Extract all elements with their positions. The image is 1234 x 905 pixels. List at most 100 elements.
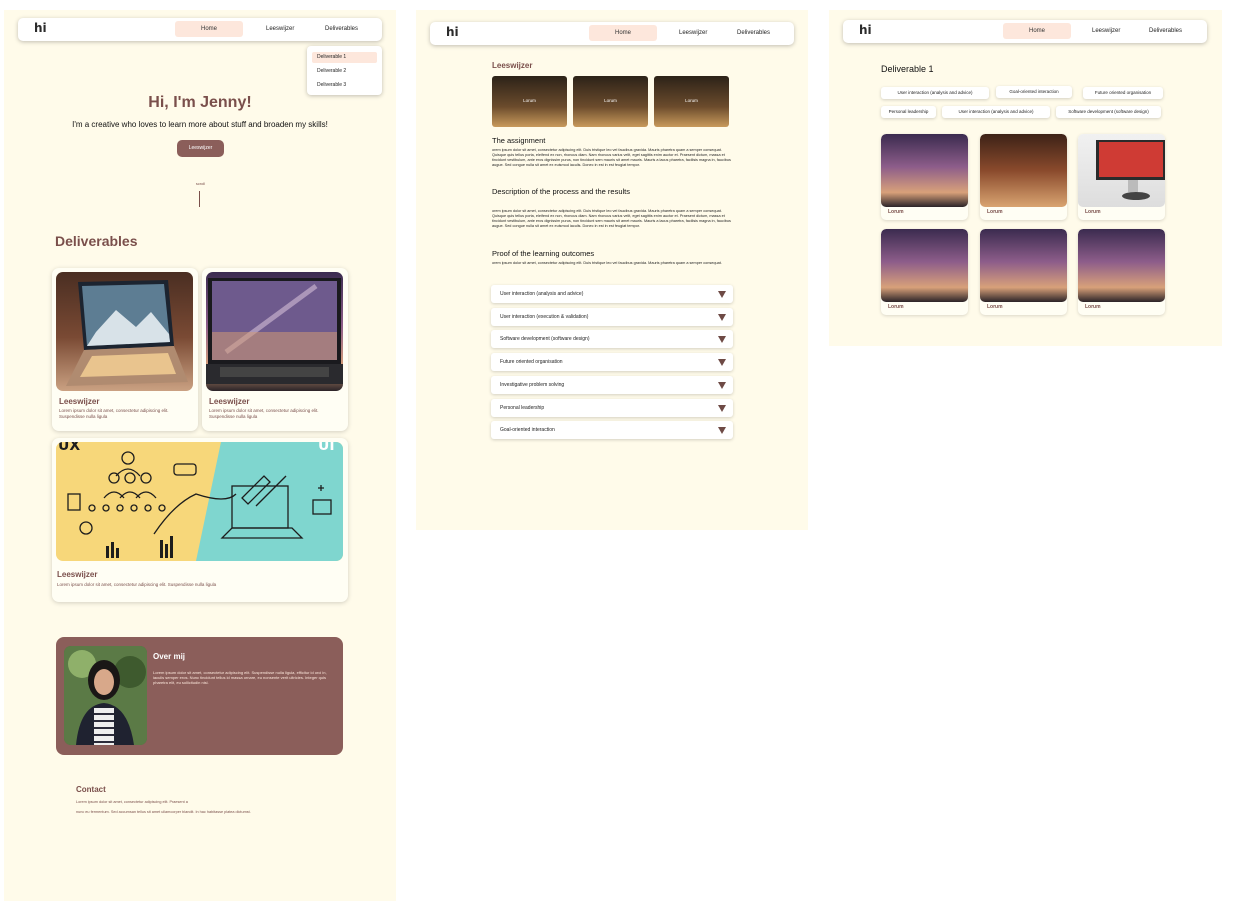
gallery-card-label: Lorum: [987, 209, 1003, 215]
nav-deliverables-link[interactable]: Deliverables: [1149, 23, 1182, 39]
chevron-down-icon[interactable]: [718, 291, 726, 298]
proof-heading: Proof of the learning outcomes: [492, 249, 595, 258]
accordion-label: Software development (software design): [500, 336, 590, 342]
hero-title: Hi, I'm Jenny!: [148, 94, 252, 111]
deliverable-card[interactable]: Leeswijzer Lorem ipsum dolor sit amet, c…: [202, 268, 348, 431]
chevron-down-icon[interactable]: [718, 382, 726, 389]
leeswijzer-page-frame: hi Home Leeswijzer Deliverables Leeswijz…: [416, 10, 808, 530]
contact-title: Contact: [76, 785, 106, 794]
nav-leeswijzer-link[interactable]: Leeswijzer: [679, 25, 707, 41]
thumbnail[interactable]: Lorum: [654, 76, 729, 127]
nav-home-link[interactable]: Home: [1003, 23, 1071, 39]
chevron-down-icon[interactable]: [718, 427, 726, 434]
desk-computer-image: [1078, 134, 1165, 207]
chevron-down-icon[interactable]: [718, 314, 726, 321]
laptop-image: [1078, 229, 1165, 302]
assignment-text: orem ipsum dolor sit amet, consectetur a…: [492, 148, 731, 167]
tag-pill[interactable]: User interaction (analysis and advice): [942, 106, 1050, 118]
nav-home-link[interactable]: Home: [589, 25, 657, 41]
about-text: Lorem ipsum dolor sit amet, consectetur …: [153, 670, 327, 686]
laptop-image: [980, 229, 1067, 302]
chevron-down-icon[interactable]: [718, 336, 726, 343]
logo[interactable]: hi: [859, 23, 872, 37]
card-text: Lorem ipsum dolor sit amet, consectetur …: [59, 408, 169, 419]
proof-text: orem ipsum dolor sit amet, consectetur a…: [492, 261, 722, 265]
accordion-label: Goal-oriented interaction: [500, 427, 555, 433]
deliverable-card-wide[interactable]: UX UI Leeswijzer Lorem ipsum dolor sit a…: [52, 438, 348, 602]
nav-home-link[interactable]: Home: [175, 21, 243, 37]
chevron-down-icon[interactable]: [718, 359, 726, 366]
gallery-card-label: Lorum: [987, 304, 1003, 310]
gallery-card[interactable]: Lorum: [881, 229, 968, 315]
tag-pill[interactable]: Future oriented organisation: [1083, 87, 1163, 99]
leeswijzer-title: Leeswijzer: [492, 61, 533, 70]
thumbnail[interactable]: Lorum: [573, 76, 648, 127]
gallery-card-label: Lorum: [1085, 304, 1101, 310]
process-text: orem ipsum dolor sit amet, consectetur a…: [492, 209, 731, 228]
tag-pill[interactable]: Goal-oriented interaction: [996, 86, 1072, 98]
dropdown-item-deliverable-2[interactable]: Deliverable 2: [312, 66, 377, 77]
nav-deliverables-link[interactable]: Deliverables: [737, 25, 770, 41]
deliverable-card[interactable]: Leeswijzer Lorem ipsum dolor sit amet, c…: [52, 268, 198, 431]
nav-deliverables-link[interactable]: Deliverables: [325, 21, 358, 37]
accordion-label: Investigative problem solving: [500, 382, 565, 388]
tag-pill[interactable]: Personal leadership: [881, 106, 936, 118]
card-text: Lorem ipsum dolor sit amet, consectetur …: [209, 408, 319, 419]
tag-pill[interactable]: Software development (software design): [1056, 106, 1161, 118]
ux-ui-illustration: UX UI: [56, 442, 343, 561]
process-heading: Description of the process and the resul…: [492, 187, 630, 196]
scroll-label: scroll: [195, 181, 206, 186]
accordion-label: User interaction (execution & validation…: [500, 314, 589, 320]
accordion-item[interactable]: Goal-oriented interaction: [491, 421, 733, 439]
thumbnail[interactable]: Lorum: [492, 76, 567, 127]
gallery-card[interactable]: Lorum: [1078, 134, 1165, 220]
profile-photo: [64, 646, 147, 745]
dropdown-item-deliverable-3[interactable]: Deliverable 3: [312, 80, 377, 91]
hero-subtitle: I'm a creative who loves to learn more a…: [72, 120, 328, 129]
card-title: Leeswijzer: [59, 397, 100, 406]
nav-leeswijzer-link[interactable]: Leeswijzer: [1092, 23, 1120, 39]
gallery-card-label: Lorum: [888, 304, 904, 310]
home-page-frame: hi Home Leeswijzer Deliverables Delivera…: [4, 10, 396, 901]
gallery-card[interactable]: Lorum: [1078, 229, 1165, 315]
gallery-card[interactable]: Lorum: [980, 229, 1067, 315]
contact-text-line-1: Lorem ipsum dolor sit amet, consectetur …: [76, 800, 188, 804]
navbar: hi Home Leeswijzer Deliverables: [430, 22, 794, 45]
logo[interactable]: hi: [34, 21, 47, 35]
accordion-item[interactable]: Software development (software design): [491, 330, 733, 348]
logo[interactable]: hi: [446, 25, 459, 39]
deliverables-heading: Deliverables: [55, 233, 138, 249]
gallery-card[interactable]: Lorum: [881, 134, 968, 220]
accordion-item[interactable]: Investigative problem solving: [491, 376, 733, 394]
navbar: hi Home Leeswijzer Deliverables: [18, 18, 382, 41]
tag-pill[interactable]: User interaction (analysis and advice): [881, 87, 989, 99]
thumbnail-label: Lorum: [685, 98, 698, 103]
navbar: hi Home Leeswijzer Deliverables: [843, 20, 1207, 43]
about-title: Over mij: [153, 652, 186, 661]
accordion-label: Personal leadership: [500, 405, 545, 411]
about-section: Over mij Lorem ipsum dolor sit amet, con…: [56, 637, 343, 755]
accordion-item[interactable]: Future oriented organisation: [491, 353, 733, 371]
card-text: Lorem ipsum dolor sit amet, consectetur …: [57, 582, 217, 587]
dropdown-item-deliverable-1[interactable]: Deliverable 1: [312, 52, 377, 63]
deliverables-dropdown: Deliverable 1 Deliverable 2 Deliverable …: [307, 46, 382, 95]
gallery-card[interactable]: Lorum: [980, 134, 1067, 220]
clothing-rack-image: [980, 134, 1067, 207]
thumbnail-label: Lorum: [604, 98, 617, 103]
chevron-down-icon[interactable]: [718, 405, 726, 412]
accordion-item[interactable]: User interaction (analysis and advice): [491, 285, 733, 303]
nav-leeswijzer-link[interactable]: Leeswijzer: [266, 21, 294, 37]
card-title: Leeswijzer: [57, 570, 98, 579]
card-title: Leeswijzer: [209, 397, 250, 406]
assignment-heading: The assignment: [492, 136, 546, 145]
deliverable-title: Deliverable 1: [881, 64, 934, 74]
scroll-indicator: [199, 191, 200, 207]
accordion-item[interactable]: Personal leadership: [491, 399, 733, 417]
thumbnail-label: Lorum: [523, 98, 536, 103]
accordion-item[interactable]: User interaction (execution & validation…: [491, 308, 733, 326]
contact-text-line-2: nunc eu fermentum. Sed accumsan tellus s…: [76, 810, 251, 814]
accordion-label: Future oriented organisation: [500, 359, 563, 365]
accordion-label: User interaction (analysis and advice): [500, 291, 584, 297]
deliverable-page-frame: hi Home Leeswijzer Deliverables Delivera…: [829, 10, 1222, 346]
hero-leeswijzer-button[interactable]: Leeswijzer: [177, 140, 224, 157]
